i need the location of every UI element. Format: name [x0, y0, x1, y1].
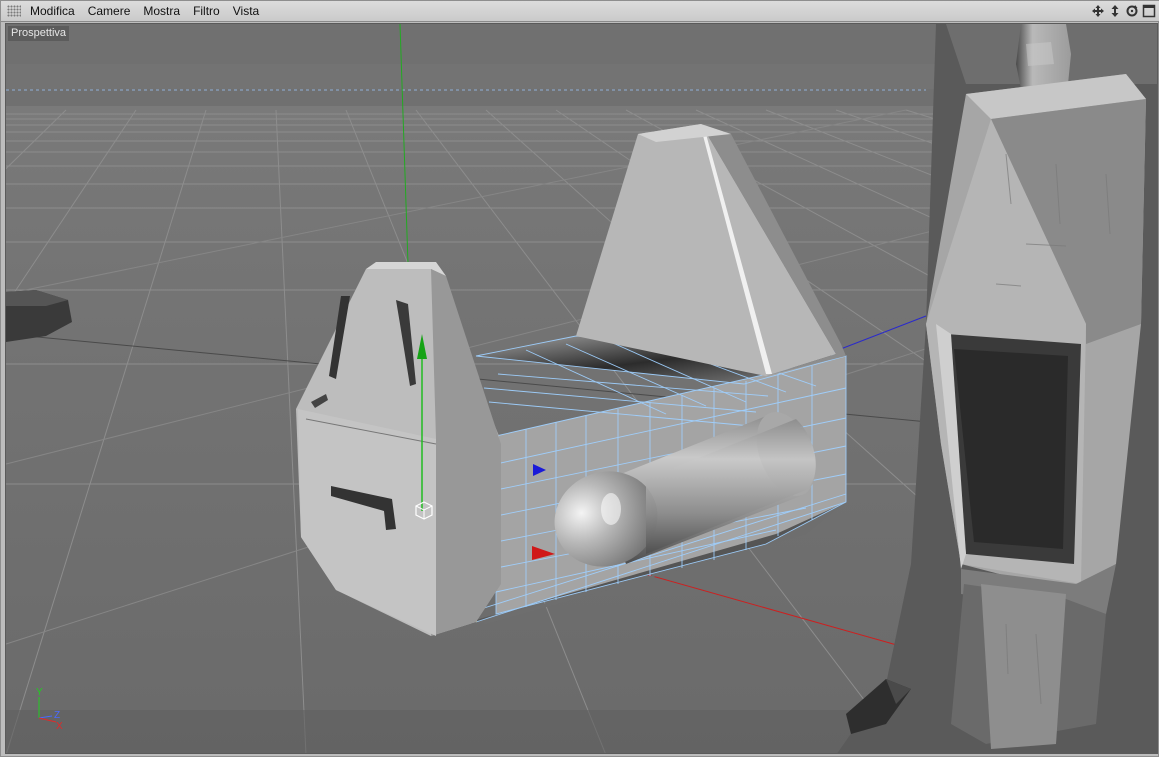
menu-filtro[interactable]: Filtro: [193, 4, 220, 19]
axis-gizmo-x-label: X: [56, 721, 63, 732]
rotate-view-icon[interactable]: [1125, 4, 1139, 18]
axis-gizmo-z-label: Z: [54, 710, 60, 721]
menu-vista[interactable]: Vista: [233, 4, 259, 19]
maximize-view-icon[interactable]: [1142, 4, 1156, 18]
perspective-viewport[interactable]: Y Z X Prospettiva: [5, 23, 1158, 754]
view-nav-icons: [1091, 4, 1156, 18]
dolly-view-icon[interactable]: [1108, 4, 1122, 18]
viewport-camera-label[interactable]: Prospettiva: [8, 26, 70, 41]
menu-mostra[interactable]: Mostra: [143, 4, 180, 19]
viewport-window: Modifica Camere Mostra Filtro Vista Y Z …: [0, 0, 1159, 757]
viewport-menubar: Modifica Camere Mostra Filtro Vista: [1, 1, 1159, 22]
move-view-icon[interactable]: [1091, 4, 1105, 18]
menu-items: Modifica Camere Mostra Filtro Vista: [30, 4, 272, 19]
menubar-grip[interactable]: [7, 5, 21, 17]
axis-gizmo-y-label: Y: [36, 687, 43, 698]
menu-camere[interactable]: Camere: [88, 4, 131, 19]
scene-canvas[interactable]: Y Z X: [6, 24, 1158, 754]
menu-modifica[interactable]: Modifica: [30, 4, 75, 19]
